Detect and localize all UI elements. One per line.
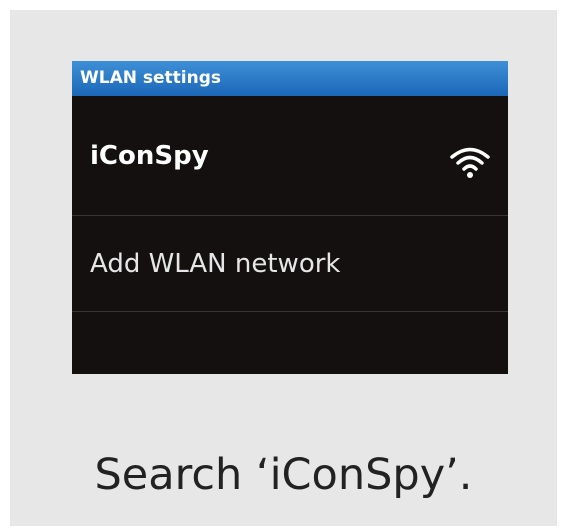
instruction-caption: Search ‘iConSpy’. bbox=[94, 450, 473, 500]
network-item-iconspy[interactable]: iConSpy bbox=[72, 96, 508, 216]
instruction-card: WLAN settings iConSpy Add WLAN network S… bbox=[10, 10, 557, 526]
add-wlan-network-label: Add WLAN network bbox=[90, 249, 341, 279]
wlan-settings-screen: WLAN settings iConSpy Add WLAN network bbox=[72, 61, 508, 374]
wifi-icon bbox=[450, 147, 490, 178]
network-name: iConSpy bbox=[90, 141, 209, 171]
add-wlan-network-item[interactable]: Add WLAN network bbox=[72, 217, 508, 312]
wlan-settings-title: WLAN settings bbox=[72, 61, 508, 96]
